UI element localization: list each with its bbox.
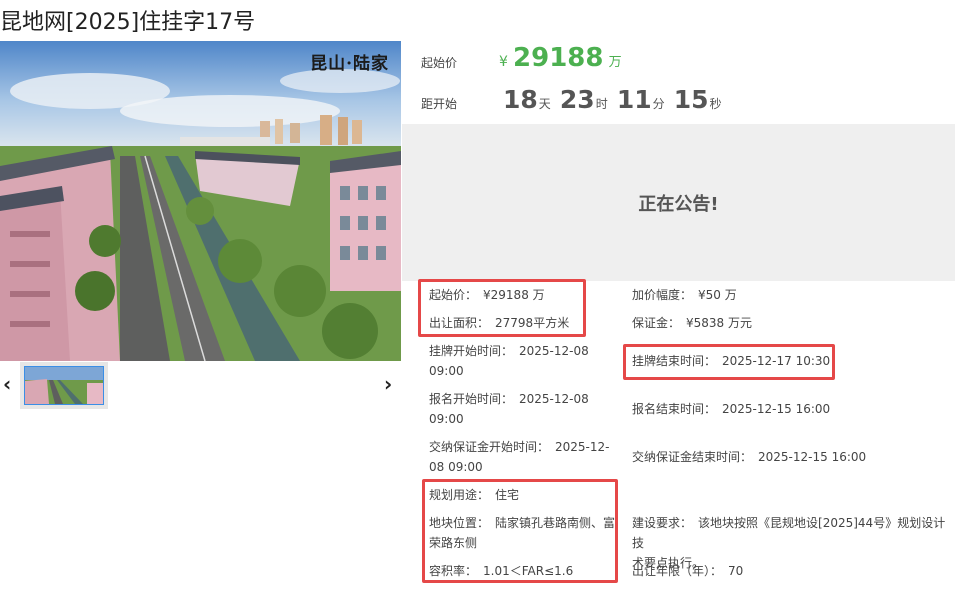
info-value-line2: 08 09:00: [429, 460, 483, 474]
info-reg-start: 报名开始时间： 2025-12-08 09:00: [429, 389, 589, 429]
info-value: 70: [728, 564, 744, 578]
info-value: ¥5838 万元: [686, 316, 753, 330]
info-listing-start: 挂牌开始时间： 2025-12-08 09:00: [429, 341, 589, 381]
info-term: 出让年限（年）： 70: [632, 561, 743, 581]
info-label: 报名开始时间：: [429, 392, 514, 406]
countdown-minutes-unit: 分: [652, 97, 665, 111]
gallery-next-arrow-icon[interactable]: ›: [384, 372, 392, 396]
start-price-unit: 万: [608, 55, 622, 70]
countdown-label: 距开始: [421, 97, 458, 111]
info-deposit: 保证金： ¥5838 万元: [632, 313, 752, 333]
info-deposit-end: 交纳保证金结束时间： 2025-12-15 16:00: [632, 447, 866, 467]
gallery-prev-arrow-icon[interactable]: ‹: [3, 372, 11, 396]
info-value: 2025-12-08: [519, 392, 589, 406]
gallery-thumbnail-strip: [20, 362, 108, 409]
currency-symbol: ¥: [499, 54, 508, 70]
info-label: 挂牌开始时间：: [429, 344, 514, 358]
thumbnail-photo-illustration: [25, 367, 103, 404]
info-value: ¥50 万: [698, 288, 737, 302]
info-label: 保证金：: [632, 316, 681, 330]
highlight-box-listing-end: [623, 344, 835, 380]
countdown-hours-unit: 时: [595, 97, 608, 111]
countdown-seconds-unit: 秒: [709, 97, 722, 111]
info-label: 交纳保证金开始时间：: [429, 440, 550, 454]
info-value: 2025-12-08: [519, 344, 589, 358]
page-title: 昆地网[2025]住挂字17号: [0, 10, 256, 35]
info-label: 建设要求：: [632, 516, 693, 530]
countdown-minutes: 11: [616, 85, 652, 114]
main-photo[interactable]: 昆山·陆家: [0, 41, 401, 361]
highlight-box-usage-location-far: [422, 479, 618, 583]
gallery-thumbnail[interactable]: [24, 366, 104, 405]
info-label: 交纳保证金结束时间：: [632, 450, 753, 464]
countdown-days-unit: 天: [538, 97, 551, 111]
start-price-value: 29188: [513, 43, 604, 73]
highlight-box-price-area: [418, 279, 586, 337]
info-value-line2: 09:00: [429, 412, 464, 426]
info-increment: 加价幅度： ¥50 万: [632, 285, 737, 305]
notice-status: 正在公告!: [638, 193, 719, 215]
countdown-seconds: 15: [673, 85, 709, 114]
notice-box: 正在公告!: [402, 124, 955, 281]
countdown-timer: 18天 23时 11分 15秒: [503, 85, 726, 114]
countdown-days: 18: [503, 85, 538, 114]
info-value: 2025-12-15 16:00: [758, 450, 867, 464]
info-deposit-start: 交纳保证金开始时间： 2025-12- 08 09:00: [429, 437, 609, 477]
info-label: 加价幅度：: [632, 288, 693, 302]
info-label: 出让年限（年）：: [632, 564, 723, 578]
aerial-photo-illustration: [0, 41, 401, 361]
start-price-label: 起始价: [421, 56, 458, 70]
info-value: 2025-12-: [555, 440, 610, 454]
info-value-line2: 09:00: [429, 364, 464, 378]
countdown-hours: 23: [559, 85, 595, 114]
start-price: ¥ 29188 万: [499, 43, 622, 73]
info-value: 2025-12-15 16:00: [722, 402, 831, 416]
photo-caption: 昆山·陆家: [310, 54, 389, 74]
info-reg-end: 报名结束时间： 2025-12-15 16:00: [632, 399, 830, 419]
info-label: 报名结束时间：: [632, 402, 717, 416]
